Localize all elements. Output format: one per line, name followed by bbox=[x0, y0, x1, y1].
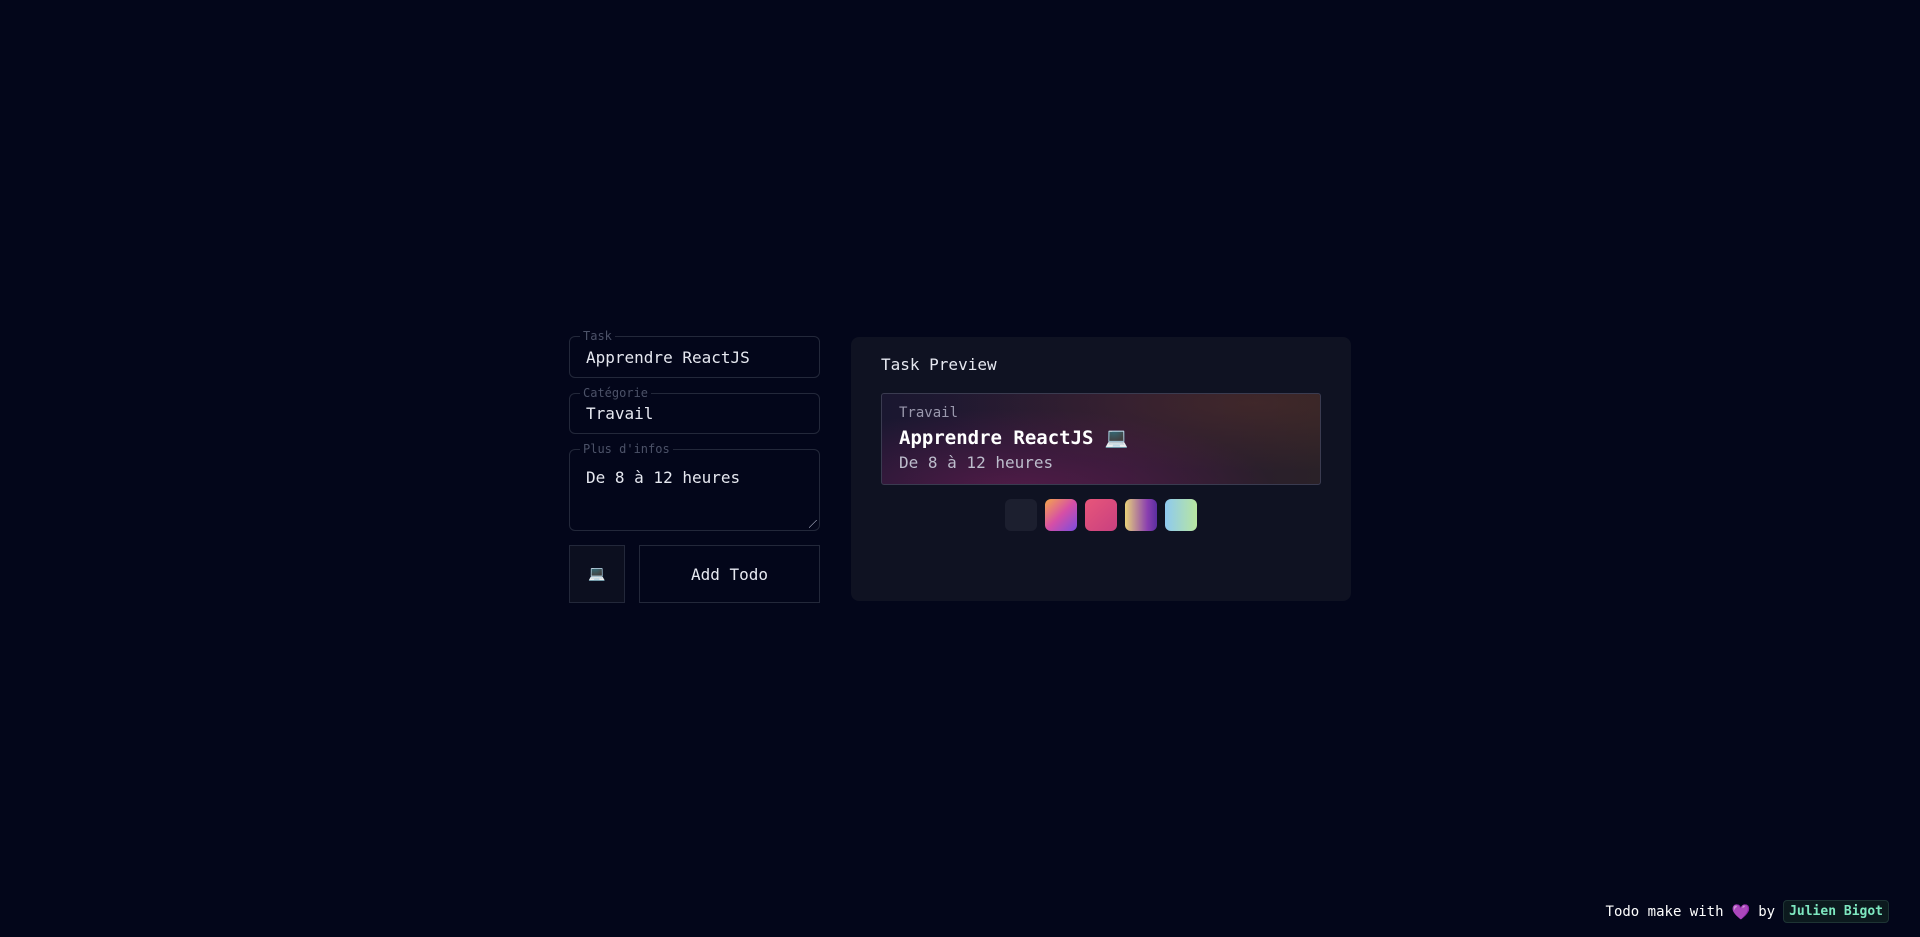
resize-handle-icon[interactable] bbox=[809, 520, 817, 528]
infos-legend: Plus d'infos bbox=[580, 441, 673, 457]
todo-form: Task Catégorie Plus d'infos De 8 à 12 he… bbox=[569, 328, 820, 603]
color-swatches bbox=[881, 499, 1321, 531]
swatch-sunset[interactable] bbox=[1045, 499, 1077, 531]
card-infos: De 8 à 12 heures bbox=[899, 453, 1054, 472]
footer-by: by bbox=[1758, 903, 1776, 920]
footer: Todo make with 💜 by Julien Bigot bbox=[1606, 900, 1889, 923]
card-category: Travail bbox=[899, 405, 959, 421]
emoji-picker-button[interactable]: 💻 bbox=[569, 545, 625, 603]
infos-textarea[interactable]: De 8 à 12 heures bbox=[570, 450, 819, 530]
category-legend: Catégorie bbox=[580, 385, 652, 401]
heart-icon: 💜 bbox=[1731, 902, 1751, 921]
swatch-gold-purple[interactable] bbox=[1125, 499, 1157, 531]
category-field: Catégorie bbox=[569, 385, 820, 434]
footer-text: Todo make with bbox=[1605, 903, 1724, 920]
swatch-dark[interactable] bbox=[1005, 499, 1037, 531]
task-card: Travail Apprendre ReactJS 💻 De 8 à 12 he… bbox=[881, 393, 1321, 485]
add-todo-button[interactable]: Add Todo bbox=[639, 545, 820, 603]
infos-field: Plus d'infos De 8 à 12 heures bbox=[569, 441, 820, 531]
form-actions: 💻 Add Todo bbox=[569, 545, 820, 603]
task-field: Task bbox=[569, 328, 820, 378]
swatch-blue-green[interactable] bbox=[1165, 499, 1197, 531]
author-link[interactable]: Julien Bigot bbox=[1783, 900, 1889, 923]
task-preview-panel: Task Preview Travail Apprendre ReactJS 💻… bbox=[851, 337, 1351, 601]
preview-title: Task Preview bbox=[881, 355, 997, 374]
task-legend: Task bbox=[580, 328, 615, 344]
card-title: Apprendre ReactJS 💻 bbox=[899, 427, 1129, 449]
swatch-pink[interactable] bbox=[1085, 499, 1117, 531]
